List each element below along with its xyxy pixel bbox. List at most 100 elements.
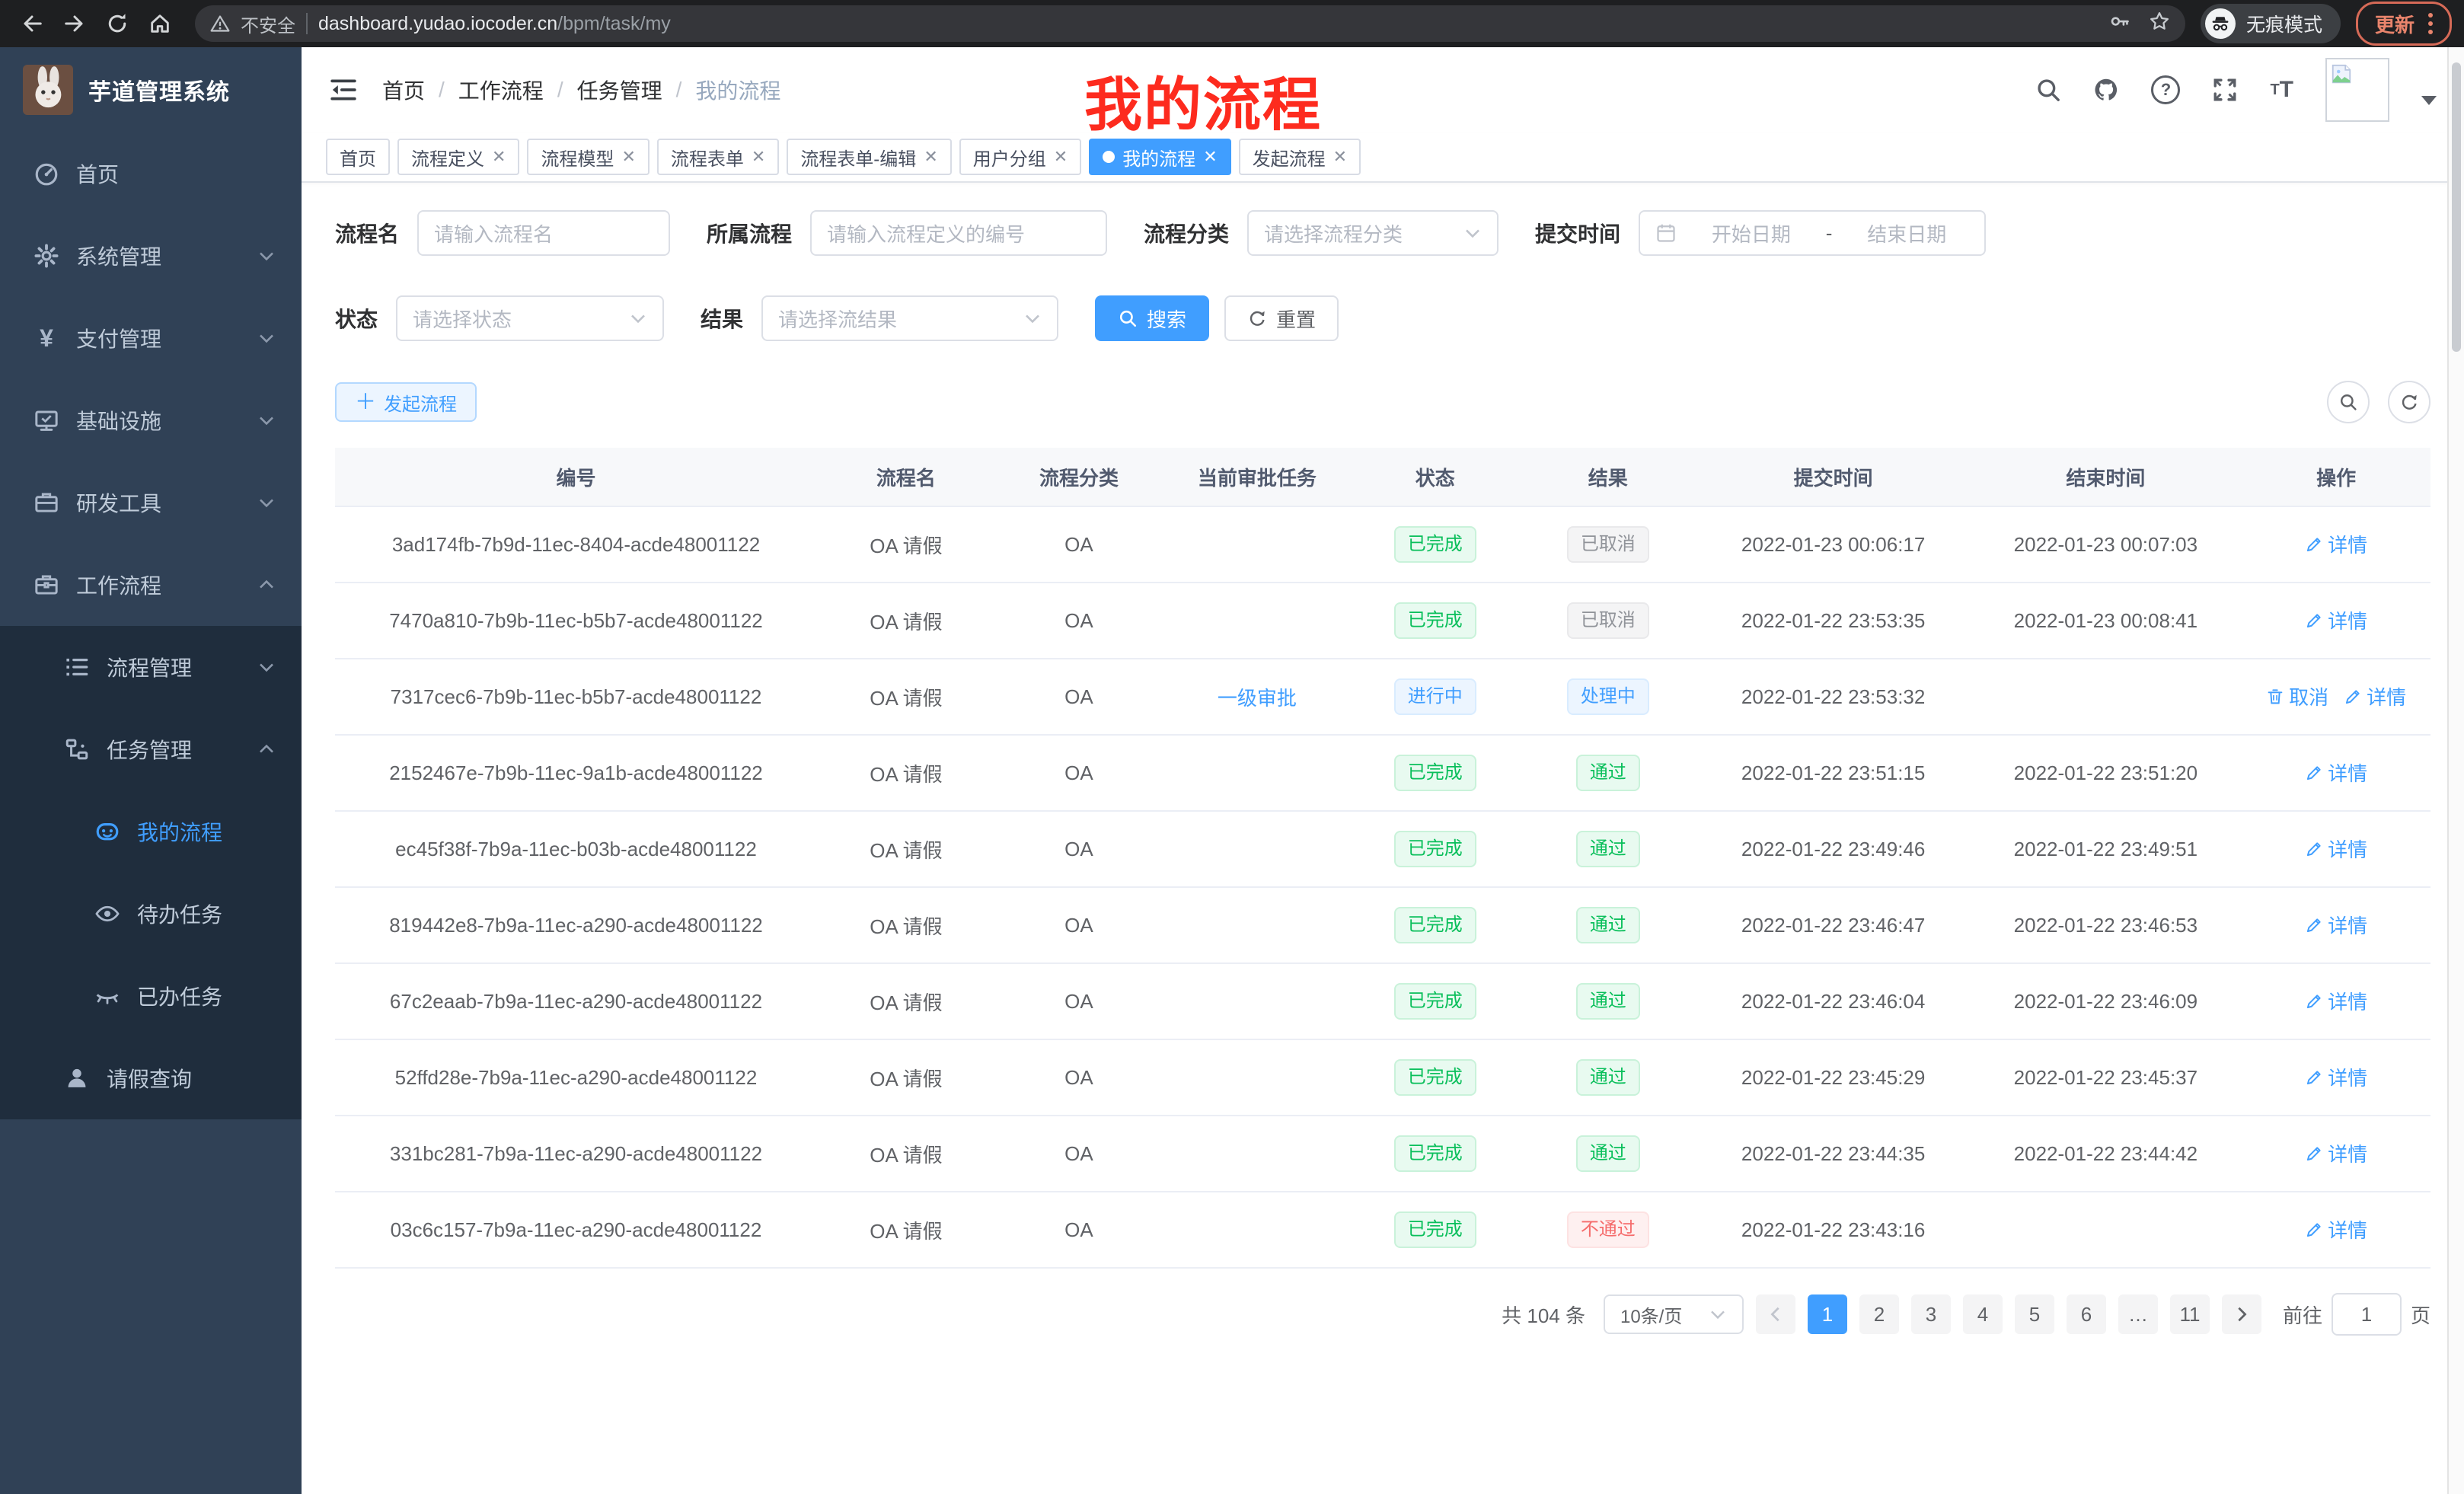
page-scrollbar[interactable]	[2447, 47, 2464, 1494]
reset-button[interactable]: 重置	[1224, 295, 1339, 341]
tab-用户分组[interactable]: 用户分组✕	[959, 139, 1081, 175]
cell-category: OA	[995, 811, 1163, 887]
sidebar-item-system[interactable]: 系统管理	[0, 215, 302, 297]
sidebar-item-todo-tasks[interactable]: 待办任务	[0, 873, 302, 955]
show-search-button[interactable]	[2327, 381, 2370, 423]
sidebar-item-label: 研发工具	[76, 487, 161, 518]
process-name-input[interactable]: 请输入流程名	[417, 210, 670, 256]
close-icon[interactable]: ✕	[752, 148, 765, 165]
cancel-link[interactable]: 取消	[2266, 682, 2328, 710]
key-icon[interactable]	[2109, 10, 2130, 38]
breadcrumb-item[interactable]: 首页	[382, 75, 425, 105]
cell-submit-time: 2022-01-22 23:53:35	[1697, 583, 1970, 659]
sidebar-item-leave-query[interactable]: 请假查询	[0, 1037, 302, 1119]
security-label[interactable]: 不安全	[241, 11, 295, 37]
submit-time-range-picker[interactable]: 开始日期 - 结束日期	[1639, 210, 1986, 256]
column-header: 流程分类	[995, 448, 1163, 506]
close-icon[interactable]: ✕	[1054, 148, 1068, 165]
close-icon[interactable]: ✕	[1333, 148, 1347, 165]
breadcrumb-item[interactable]: 工作流程	[458, 75, 544, 105]
close-icon[interactable]: ✕	[621, 148, 635, 165]
page-button-3[interactable]: 3	[1911, 1294, 1951, 1334]
detail-link[interactable]: 详情	[2305, 530, 2367, 558]
next-page-button[interactable]	[2222, 1294, 2261, 1334]
forward-icon[interactable]	[55, 4, 94, 43]
category-select[interactable]: 请选择流程分类	[1247, 210, 1499, 256]
tab-发起流程[interactable]: 发起流程✕	[1239, 139, 1361, 175]
detail-link[interactable]: 详情	[2305, 987, 2367, 1015]
font-size-icon[interactable]: TT	[2270, 77, 2293, 103]
prev-page-button[interactable]	[1756, 1294, 1795, 1334]
tab-流程定义[interactable]: 流程定义✕	[397, 139, 519, 175]
sidebar-item-done-tasks[interactable]: 已办任务	[0, 955, 302, 1037]
page-button-1[interactable]: 1	[1808, 1294, 1847, 1334]
tab-流程表单-编辑[interactable]: 流程表单-编辑✕	[787, 139, 951, 175]
refresh-button[interactable]	[2388, 381, 2430, 423]
sidebar-item-task-mgmt[interactable]: 任务管理	[0, 708, 302, 790]
search-button[interactable]: 搜索	[1095, 295, 1209, 341]
detail-link[interactable]: 详情	[2305, 1063, 2367, 1091]
search-icon[interactable]	[2035, 77, 2061, 103]
bookmark-star-icon[interactable]	[2149, 10, 2170, 38]
close-icon[interactable]: ✕	[924, 148, 937, 165]
page-button-5[interactable]: 5	[2015, 1294, 2054, 1334]
sidebar-item-devtools[interactable]: 研发工具	[0, 461, 302, 544]
detail-link[interactable]: 详情	[2305, 1215, 2367, 1243]
sidebar-item-payment[interactable]: ¥支付管理	[0, 297, 302, 379]
create-process-button[interactable]: ＋发起流程	[335, 382, 477, 422]
security-warning-icon[interactable]	[210, 14, 230, 34]
sidebar-item-home[interactable]: 首页	[0, 132, 302, 215]
page-ellipsis-button[interactable]: …	[2118, 1294, 2158, 1334]
reload-icon[interactable]	[97, 4, 137, 43]
page-button-2[interactable]: 2	[1859, 1294, 1899, 1334]
close-icon[interactable]: ✕	[1203, 148, 1217, 165]
address-bar[interactable]: 不安全 dashboard.yudao.iocoder.cn/bpm/task/…	[195, 5, 2185, 42]
avatar[interactable]	[2325, 58, 2389, 122]
cell-submit-time: 2022-01-22 23:49:46	[1697, 811, 1970, 887]
home-icon[interactable]	[140, 4, 180, 43]
back-icon[interactable]	[12, 4, 52, 43]
url-text[interactable]: dashboard.yudao.iocoder.cn/bpm/task/my	[318, 13, 671, 35]
update-button[interactable]: 更新	[2356, 2, 2452, 46]
column-header: 提交时间	[1697, 448, 1970, 506]
close-icon[interactable]: ✕	[492, 148, 506, 165]
page-button-6[interactable]: 6	[2067, 1294, 2106, 1334]
sidebar-item-process-mgmt[interactable]: 流程管理	[0, 626, 302, 708]
page-size-select[interactable]: 10条/页	[1604, 1294, 1744, 1334]
detail-link[interactable]: 详情	[2305, 1139, 2367, 1167]
scrollbar-thumb[interactable]	[2452, 62, 2461, 352]
chevron-down-icon	[1709, 1305, 1727, 1323]
sidebar-item-my-process[interactable]: 我的流程	[0, 790, 302, 873]
page-button-11[interactable]: 11	[2170, 1294, 2210, 1334]
process-definition-input[interactable]: 请输入流程定义的编号	[810, 210, 1107, 256]
sidebar-item-infrastructure[interactable]: 基础设施	[0, 379, 302, 461]
tab-流程表单[interactable]: 流程表单✕	[657, 139, 779, 175]
cell-actions: 详情	[2242, 1039, 2430, 1116]
detail-link[interactable]: 详情	[2344, 682, 2406, 710]
github-icon[interactable]	[2093, 77, 2119, 103]
edit-icon	[2305, 764, 2323, 782]
help-icon[interactable]: ?	[2151, 75, 2180, 104]
fullscreen-icon[interactable]	[2212, 77, 2238, 103]
current-task-link[interactable]: 一级审批	[1218, 683, 1297, 711]
page-button-4[interactable]: 4	[1963, 1294, 2003, 1334]
result-select[interactable]: 请选择流结果	[761, 295, 1058, 341]
chevron-down-icon	[257, 329, 276, 347]
tab-我的流程[interactable]: 我的流程 ✕	[1089, 139, 1230, 175]
detail-link[interactable]: 详情	[2305, 606, 2367, 634]
status-select[interactable]: 请选择状态	[396, 295, 664, 341]
menu-kebab-icon[interactable]	[2428, 13, 2433, 34]
result-badge: 通过	[1576, 983, 1640, 1019]
sidebar-fold-icon[interactable]	[329, 75, 358, 104]
detail-link[interactable]: 详情	[2305, 835, 2367, 863]
tab-流程模型[interactable]: 流程模型✕	[527, 139, 649, 175]
avatar-caret-icon[interactable]	[2421, 96, 2437, 105]
detail-link[interactable]: 详情	[2305, 911, 2367, 939]
breadcrumb-item[interactable]: 任务管理	[577, 75, 662, 105]
cell-category: OA	[995, 735, 1163, 811]
detail-link[interactable]: 详情	[2305, 758, 2367, 787]
tab-首页[interactable]: 首页	[326, 139, 390, 175]
tab-label: 我的流程	[1122, 144, 1195, 171]
goto-page-input[interactable]	[2332, 1293, 2402, 1336]
sidebar-item-workflow[interactable]: 工作流程	[0, 544, 302, 626]
